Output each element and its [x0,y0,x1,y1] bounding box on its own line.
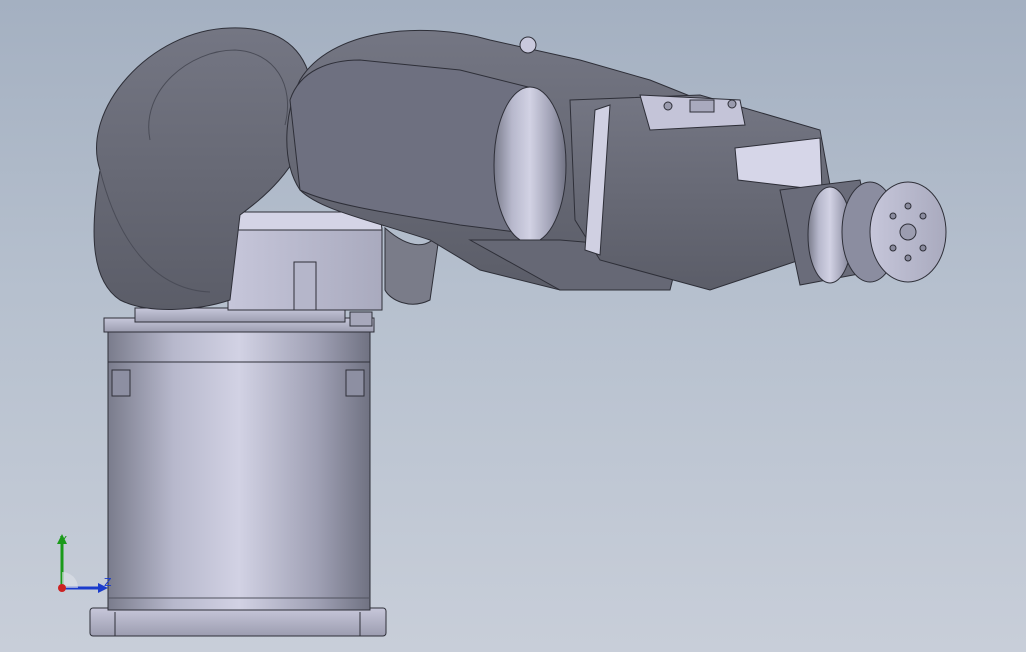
z-axis-label: Z [104,576,112,589]
coordinate-triad: Y Z [48,528,118,600]
robot-arm-model[interactable] [0,0,1026,652]
base-cylinder [103,317,375,611]
end-effector-flange [869,181,947,283]
y-axis-label: Y [60,534,67,547]
origin-point [58,584,66,592]
cad-3d-viewport[interactable]: Y Z [0,0,1026,652]
triad-axes-graphic [57,534,108,593]
base-foot-plate [89,607,387,637]
